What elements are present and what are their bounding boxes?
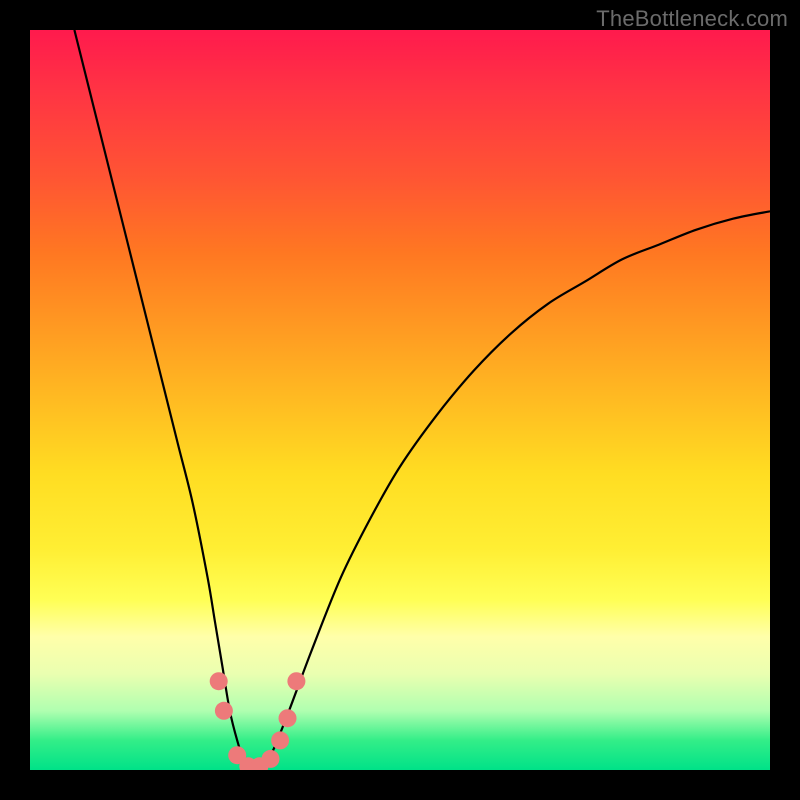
bottleneck-curve — [74, 30, 770, 770]
data-marker — [210, 672, 228, 690]
data-marker — [215, 702, 233, 720]
watermark-label: TheBottleneck.com — [596, 6, 788, 32]
data-marker — [279, 709, 297, 727]
plot-area — [30, 30, 770, 770]
data-marker — [271, 731, 289, 749]
chart-svg — [30, 30, 770, 770]
chart-frame: TheBottleneck.com — [0, 0, 800, 800]
data-marker — [262, 750, 280, 768]
curve-markers — [210, 672, 306, 770]
data-marker — [287, 672, 305, 690]
